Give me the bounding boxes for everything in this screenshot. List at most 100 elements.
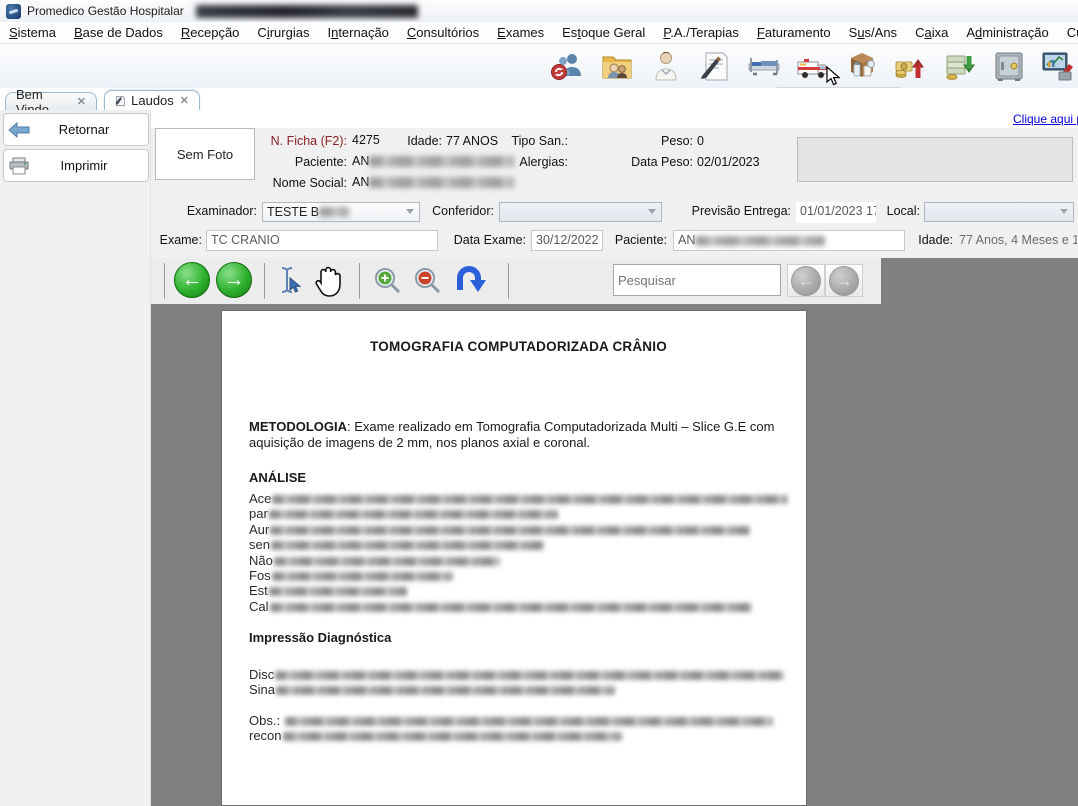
- metodologia-paragraph: METODOLOGIA: Exame realizado em Tomograf…: [249, 419, 788, 450]
- tab-laudos[interactable]: Laudos ✕: [104, 90, 200, 110]
- billing-up-icon[interactable]: [891, 47, 931, 85]
- zoom-in-button[interactable]: [372, 266, 402, 296]
- search-input[interactable]: [614, 273, 798, 288]
- conferidor-combo[interactable]: [499, 202, 662, 222]
- local-label: Local:: [882, 204, 920, 218]
- examinador-label: Examinador:: [159, 204, 257, 218]
- alergias-info-box: [797, 137, 1073, 182]
- menu-item-consult-rios[interactable]: Consultórios: [398, 23, 488, 42]
- return-button[interactable]: Retornar: [3, 113, 149, 146]
- doctor-icon[interactable]: [646, 47, 686, 85]
- toolbar-separator: [359, 263, 360, 299]
- sync-patients-icon[interactable]: [548, 47, 588, 85]
- arrow-left-icon: ←: [174, 262, 210, 298]
- print-button[interactable]: Imprimir: [3, 149, 149, 182]
- menu-item-exames[interactable]: Exames: [488, 23, 553, 42]
- viewer-toolbar: ← →: [151, 258, 881, 304]
- local-combo[interactable]: [924, 202, 1074, 222]
- ficha-label: N. Ficha (F2):: [259, 134, 347, 148]
- redacted-blur: [272, 572, 453, 581]
- money-down-icon[interactable]: [940, 47, 980, 85]
- exam-idade-value: 77 Anos, 4 Meses e 19 D: [959, 233, 1077, 247]
- text-cursor-icon: [277, 266, 303, 294]
- examinador-combo[interactable]: TESTE B: [262, 202, 420, 222]
- previous-page-button[interactable]: ←: [174, 262, 210, 298]
- arrow-right-icon: →: [216, 262, 252, 298]
- hospital-bed-icon[interactable]: [744, 47, 784, 85]
- toolbar-separator: [508, 263, 509, 299]
- exame-label: Exame:: [159, 233, 202, 247]
- menu-item-sistema[interactable]: Sistema: [0, 23, 65, 42]
- menu-item-administra-o[interactable]: Administração: [957, 23, 1057, 42]
- chevron-down-icon: [406, 209, 414, 214]
- redacted-text-line: sen: [249, 537, 788, 552]
- redacted-blur: [285, 717, 773, 726]
- search-box: [613, 264, 781, 296]
- tab-laudos-label: Laudos: [131, 93, 174, 108]
- application-window: Promedico Gestão Hospitalar SistemaBase …: [0, 0, 1078, 806]
- impressao-heading: Impressão Diagnóstica: [249, 630, 788, 646]
- redacted-text-line: recon: [249, 728, 788, 743]
- redacted-blur: [276, 686, 615, 695]
- menu-item-estoque-geral[interactable]: Estoque Geral: [553, 23, 654, 42]
- data-exame-input[interactable]: 30/12/2022: [531, 230, 603, 251]
- tab-bem-vindo[interactable]: Bem Vindo. ✕: [5, 92, 97, 110]
- menu-item-faturamento[interactable]: Faturamento: [748, 23, 840, 42]
- title-bar: Promedico Gestão Hospitalar: [0, 0, 1078, 22]
- menu-item-sus-ans[interactable]: Sus/Ans: [840, 23, 906, 42]
- redacted-blur: [271, 541, 544, 550]
- menu-item-base-de-dados[interactable]: Base de Dados: [65, 23, 172, 42]
- redacted-blur: [283, 732, 622, 741]
- main-toolbar: [0, 44, 1078, 88]
- safe-icon[interactable]: [989, 47, 1029, 85]
- menu-item-caixa[interactable]: Caixa: [906, 23, 957, 42]
- tab-close-icon[interactable]: ✕: [180, 94, 189, 107]
- arrow-right-disabled-icon: →: [829, 266, 859, 296]
- redacted-text-line: Ace: [249, 491, 788, 506]
- next-page-button[interactable]: →: [216, 262, 252, 298]
- bi-dashboard-icon[interactable]: [1038, 47, 1078, 85]
- redacted-text-line: Est: [249, 583, 788, 598]
- exame-input[interactable]: TC CRANIO: [206, 230, 438, 251]
- rotate-arrow-icon: [452, 264, 490, 298]
- redacted-blur: [270, 526, 750, 535]
- report-page[interactable]: TOMOGRAFIA COMPUTADORIZADA CRÂNIO METODO…: [221, 310, 807, 806]
- nome-social-value: AN: [352, 175, 514, 189]
- app-logo-icon: [6, 4, 21, 19]
- redacted-blur: [270, 603, 752, 612]
- data-peso-value: 02/01/2023: [697, 155, 760, 169]
- patient-records-icon[interactable]: [597, 47, 637, 85]
- tab-strip: Bem Vindo. ✕ Laudos ✕: [0, 88, 1078, 110]
- pharmacy-stock-icon[interactable]: [842, 47, 882, 85]
- menu-item-p-a-terapias[interactable]: P.A./Terapias: [654, 23, 748, 42]
- text-select-tool[interactable]: [277, 266, 303, 294]
- toolbar-separator: [164, 263, 165, 299]
- menu-item-custo[interactable]: Custo: [1058, 23, 1078, 42]
- menu-item-cirurgias[interactable]: Cirurgias: [248, 23, 318, 42]
- left-action-panel: Retornar Imprimir: [0, 110, 151, 806]
- visualizar-informacoes-link[interactable]: Clique aqui para visualizar Informaç: [1013, 112, 1078, 126]
- previous-result-button[interactable]: ←: [787, 264, 825, 297]
- hand-pan-tool[interactable]: [309, 263, 347, 301]
- analise-redacted-lines: AceparAursenNãoFosEstCal: [249, 491, 788, 614]
- data-peso-label: Data Peso:: [631, 155, 693, 169]
- examinador-redacted: [319, 207, 349, 217]
- tab-close-icon[interactable]: ✕: [77, 95, 86, 108]
- rotate-button[interactable]: [452, 264, 490, 298]
- paciente-value: AN: [352, 154, 514, 168]
- chevron-down-icon: [1060, 209, 1068, 214]
- metodologia-label: METODOLOGIA: [249, 419, 347, 434]
- exam-paciente-input[interactable]: AN: [673, 230, 905, 251]
- zoom-in-icon: [372, 266, 402, 296]
- redacted-text-line: Aur: [249, 522, 788, 537]
- nome-social-label: Nome Social:: [259, 176, 347, 190]
- report-viewer: ← →: [151, 258, 1078, 806]
- redacted-text-line: [249, 697, 788, 712]
- redacted-blur: [269, 587, 407, 596]
- menu-item-recep-o[interactable]: Recepção: [172, 23, 249, 42]
- return-button-label: Retornar: [34, 122, 148, 137]
- menu-item-interna-o[interactable]: Internação: [318, 23, 397, 42]
- next-result-button[interactable]: →: [825, 264, 863, 297]
- medical-report-icon[interactable]: [695, 47, 735, 85]
- zoom-out-button[interactable]: [412, 266, 442, 296]
